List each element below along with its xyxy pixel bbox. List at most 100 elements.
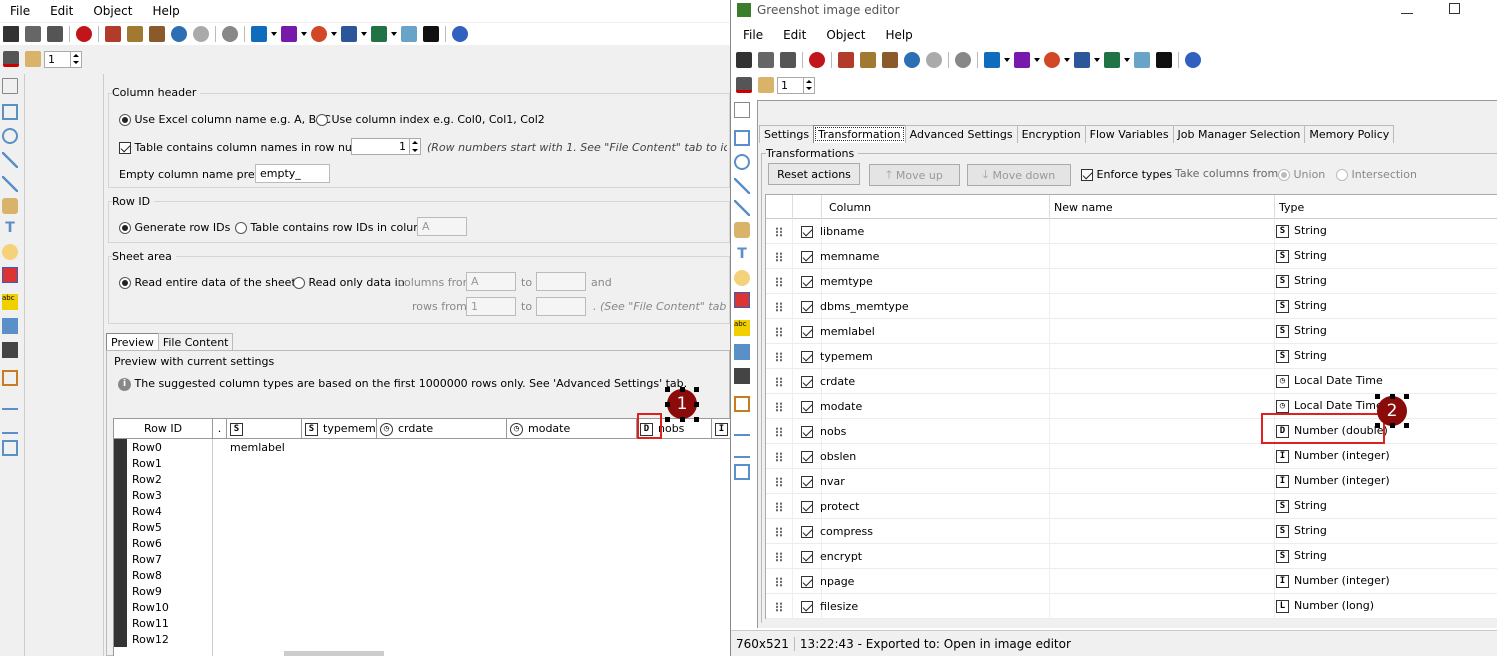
row-include-checkbox[interactable] — [801, 376, 813, 388]
table-row[interactable]: Row8 — [114, 567, 212, 583]
highlight-tool-icon[interactable]: abc — [2, 294, 18, 310]
redo-icon[interactable] — [193, 26, 209, 42]
line-color-icon[interactable] — [25, 51, 41, 67]
row-include-checkbox[interactable] — [801, 401, 813, 413]
row-include-checkbox[interactable] — [801, 501, 813, 513]
drag-handle-icon[interactable] — [775, 227, 783, 237]
new-name-input[interactable] — [1050, 594, 1274, 619]
drag-handle-icon[interactable] — [775, 477, 783, 487]
col-to-input[interactable] — [536, 272, 586, 291]
resize-tool-icon[interactable] — [2, 440, 18, 456]
transformation-row[interactable]: obslen I Number (integer) — [766, 444, 1497, 469]
type-cell[interactable]: L Number (long) — [1276, 599, 1374, 613]
contains-names-checkbox[interactable] — [119, 142, 131, 154]
type-cell[interactable]: S String — [1276, 524, 1327, 538]
header-crdate[interactable]: ◷ crdate — [377, 419, 507, 438]
table-row[interactable]: Row4 — [114, 503, 212, 519]
rotate-tool-icon[interactable] — [2, 394, 18, 410]
line-width-stepper[interactable]: 1 — [777, 76, 815, 94]
menu-edit[interactable]: Edit — [40, 4, 83, 18]
rectangle-tool-icon[interactable] — [734, 130, 750, 146]
type-cell[interactable]: S String — [1276, 499, 1327, 513]
word-icon[interactable] — [1074, 52, 1090, 68]
info-icon[interactable] — [423, 26, 439, 42]
obfuscate-tool-icon[interactable] — [2, 318, 18, 334]
new-name-input[interactable] — [1050, 444, 1274, 469]
type-cell[interactable]: I Number (integer) — [1276, 474, 1390, 488]
type-cell[interactable]: S String — [1276, 224, 1327, 238]
new-name-input[interactable] — [1050, 469, 1274, 494]
type-cell[interactable]: S String — [1276, 324, 1327, 338]
prefix-input[interactable]: empty_ — [255, 164, 330, 183]
table-row[interactable]: Row6 — [114, 535, 212, 551]
close-icon[interactable] — [76, 26, 92, 42]
transformation-row[interactable]: crdate ◷ Local Date Time — [766, 369, 1497, 394]
new-name-input[interactable] — [1050, 344, 1274, 369]
menu-edit[interactable]: Edit — [773, 28, 816, 42]
pointer-tool-icon[interactable] — [734, 102, 750, 118]
cut-icon[interactable] — [105, 26, 121, 42]
new-name-input[interactable] — [1050, 294, 1274, 319]
tab-transformation[interactable]: Transformation — [813, 125, 906, 143]
menu-object[interactable]: Object — [83, 4, 142, 18]
drag-handle-icon[interactable] — [775, 252, 783, 262]
drag-handle-icon[interactable] — [775, 277, 783, 287]
drag-handle-icon[interactable] — [775, 327, 783, 337]
header-row-stepper[interactable]: 1 — [351, 138, 421, 155]
copy-icon[interactable] — [127, 26, 143, 42]
table-row[interactable]: Row5 — [114, 519, 212, 535]
info-icon[interactable] — [1156, 52, 1172, 68]
row-include-checkbox[interactable] — [801, 601, 813, 613]
move-down-button[interactable]: 🡓 Move down — [967, 164, 1071, 186]
excel-name-radio[interactable] — [119, 114, 131, 126]
powerpoint-icon[interactable] — [1044, 52, 1060, 68]
enforce-types-checkbox[interactable] — [1081, 169, 1093, 181]
row-include-checkbox[interactable] — [801, 301, 813, 313]
transformation-row[interactable]: memname S String — [766, 244, 1497, 269]
header-type[interactable]: Type — [1279, 201, 1304, 214]
row-id-column-input[interactable]: A — [417, 217, 467, 236]
drag-handle-icon[interactable] — [775, 427, 783, 437]
rotate-left-tool-icon[interactable] — [734, 442, 750, 458]
menu-help[interactable]: Help — [875, 28, 922, 42]
table-row[interactable]: Row0 — [114, 439, 212, 455]
row-include-checkbox[interactable] — [801, 326, 813, 338]
settings-icon[interactable] — [955, 52, 971, 68]
clipboard-icon[interactable] — [758, 52, 774, 68]
fill-color-icon[interactable] — [736, 77, 752, 93]
help-icon[interactable] — [1185, 52, 1201, 68]
undo-icon[interactable] — [904, 52, 920, 68]
freehand-tool-icon[interactable] — [734, 222, 750, 238]
tab-encryption[interactable]: Encryption — [1016, 125, 1086, 143]
drag-handle-icon[interactable] — [775, 502, 783, 512]
drag-handle-icon[interactable] — [775, 552, 783, 562]
ellipse-tool-icon[interactable] — [2, 128, 18, 144]
clipboard-icon[interactable] — [25, 26, 41, 42]
settings-icon[interactable] — [222, 26, 238, 42]
counter-tool-icon[interactable] — [734, 292, 750, 308]
paste-icon[interactable] — [149, 26, 165, 42]
table-row[interactable]: Row3 — [114, 487, 212, 503]
tab-advanced-settings[interactable]: Advanced Settings — [904, 125, 1018, 143]
table-row[interactable]: Row10 — [114, 599, 212, 615]
entire-sheet-radio[interactable] — [119, 277, 131, 289]
tab-job-manager-selection[interactable]: Job Manager Selection — [1172, 125, 1306, 143]
tab-preview[interactable]: Preview — [106, 333, 159, 351]
arrow-tool-icon[interactable] — [734, 200, 750, 216]
arrow-tool-icon[interactable] — [2, 176, 18, 192]
drag-handle-icon[interactable] — [775, 352, 783, 362]
row-include-checkbox[interactable] — [801, 351, 813, 363]
outlook-icon[interactable] — [984, 52, 1000, 68]
union-radio[interactable] — [1278, 169, 1290, 181]
transformation-row[interactable]: libname S String — [766, 219, 1497, 244]
magic-tool-icon[interactable] — [2, 342, 18, 358]
new-name-input[interactable] — [1050, 494, 1274, 519]
type-cell[interactable]: ◷ Local Date Time — [1276, 399, 1383, 413]
row-include-checkbox[interactable] — [801, 476, 813, 488]
save-icon[interactable] — [3, 26, 19, 42]
copy-icon[interactable] — [860, 52, 876, 68]
drag-handle-icon[interactable] — [775, 577, 783, 587]
table-row[interactable]: Row11 — [114, 615, 212, 631]
rectangle-tool-icon[interactable] — [2, 104, 18, 120]
new-name-input[interactable] — [1050, 319, 1274, 344]
